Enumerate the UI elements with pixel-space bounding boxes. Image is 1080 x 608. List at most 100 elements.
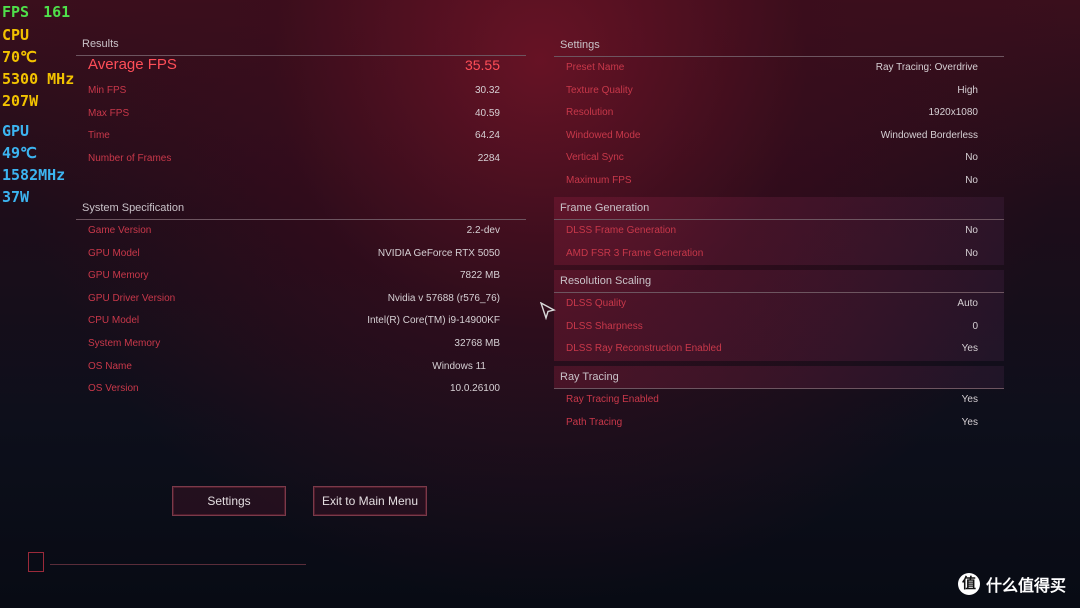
average-fps-label: Average FPS	[88, 56, 177, 73]
row-label: Maximum FPS	[566, 174, 632, 186]
setting-row: Resolution 1920x1080	[554, 102, 1004, 125]
system-spec-title: System Specification	[82, 202, 185, 214]
setting-row: Preset Name Ray Tracing: Overdrive	[554, 57, 1004, 80]
performance-overlay: FPS 161 CPU 70℃ 5300 MHz 207W GPU 49℃ 158…	[2, 0, 84, 208]
row-value: 1920x1080	[928, 107, 979, 119]
row-value: No	[965, 225, 978, 236]
row-label: DLSS Quality	[566, 298, 627, 309]
watermark-logo-icon: 值	[957, 573, 980, 595]
row-value: 40.59	[474, 107, 500, 119]
result-row: Number of Frames 2284	[76, 148, 526, 171]
setting-row: Path Tracing Yes	[554, 412, 1004, 435]
row-label: Path Tracing	[566, 416, 623, 428]
row-value: Yes	[961, 416, 978, 428]
row-value: Yes	[961, 394, 978, 405]
result-row: Max FPS 40.59	[76, 103, 526, 126]
frame-generation-title: Frame Generation	[560, 202, 650, 214]
fps-readout: FPS 161	[2, 0, 84, 24]
row-label: Vertical Sync	[566, 152, 624, 164]
row-label: Resolution	[566, 107, 614, 119]
setting-row: Maximum FPS No	[554, 170, 1004, 193]
row-value: Nvidia v 57688 (r576_76)	[387, 292, 500, 304]
spec-row: System Memory 32768 MB	[76, 333, 526, 356]
spec-row: GPU Driver Version Nvidia v 57688 (r576_7…	[76, 288, 526, 311]
spec-row: GPU Model NVIDIA GeForce RTX 5050	[76, 243, 526, 266]
system-spec-panel: System Specification Game Version 2.2-dev…	[76, 197, 526, 401]
row-value: Windowed Borderless	[880, 129, 978, 141]
setting-row: DLSS Frame Generation No	[554, 220, 1004, 243]
row-label: Max FPS	[88, 107, 130, 119]
cpu-clock: 5300 MHz	[2, 70, 75, 88]
row-value: NVIDIA GeForce RTX 5050	[377, 247, 500, 259]
ray-tracing-title: Ray Tracing	[554, 366, 1004, 388]
setting-row: Ray Tracing Enabled Yes	[554, 389, 1004, 412]
spec-row: Game Version 2.2-dev	[76, 220, 526, 243]
spec-row: OS Version 10.0.26100	[76, 378, 526, 401]
setting-row: Vertical Sync No	[554, 147, 1004, 170]
row-value: Intel(R) Core(TM) i9-14900KF	[367, 315, 500, 327]
resolution-scaling-title: Resolution Scaling	[560, 275, 652, 287]
gpu-clock: 1582MHz	[2, 166, 66, 184]
resolution-scaling-panel: Resolution Scaling DLSS Quality Auto DLSS…	[554, 270, 1004, 361]
setting-row: DLSS Sharpness 0	[554, 316, 1004, 339]
row-value: No	[965, 174, 978, 186]
results-panel: Results Average FPS 35.55 Min FPS 30.32 M…	[76, 33, 526, 170]
results-title: Results	[82, 38, 119, 50]
setting-row: Windowed Mode Windowed Borderless	[554, 125, 1004, 148]
mouse-cursor-icon	[540, 302, 556, 320]
row-value: Ray Tracing: Overdrive	[875, 62, 978, 73]
gpu-label: GPU	[2, 122, 30, 140]
row-label: GPU Model	[88, 247, 140, 259]
row-label: DLSS Sharpness	[566, 320, 643, 332]
row-label: Game Version	[88, 225, 152, 236]
watermark-text: 什么值得买	[985, 576, 1066, 595]
row-label: OS Version	[88, 383, 139, 395]
ray-tracing-panel: Ray Tracing Ray Tracing Enabled Yes Path …	[554, 366, 1004, 434]
row-value: No	[965, 152, 978, 164]
row-label: GPU Driver Version	[88, 292, 176, 304]
row-value: Auto	[957, 298, 978, 309]
cpu-label: CPU	[2, 26, 30, 44]
corner-logo-icon	[28, 552, 44, 572]
row-label: Time	[88, 130, 110, 142]
cpu-temperature: 70℃	[2, 48, 37, 66]
settings-button[interactable]: Settings	[172, 486, 286, 516]
exit-to-main-menu-button[interactable]: Exit to Main Menu	[313, 486, 427, 516]
row-value: 7822 MB	[459, 270, 500, 282]
row-label: Min FPS	[88, 85, 127, 96]
row-value: No	[965, 247, 978, 259]
row-label: OS Name	[88, 360, 132, 372]
spec-row: CPU Model Intel(R) Core(TM) i9-14900KF	[76, 310, 526, 333]
row-label: Windowed Mode	[566, 129, 641, 141]
setting-row: DLSS Ray Reconstruction Enabled Yes	[554, 338, 1004, 361]
row-label: Texture Quality	[566, 84, 633, 96]
divider	[50, 564, 306, 565]
row-value: 2.2-dev	[466, 225, 500, 236]
spec-row: GPU Memory 7822 MB	[76, 265, 526, 288]
row-value: 0	[972, 320, 978, 332]
row-value: 64.24	[474, 130, 500, 142]
cpu-power: 207W	[2, 92, 39, 110]
fps-label: FPS	[2, 3, 30, 21]
frame-generation-panel: Frame Generation DLSS Frame Generation No…	[554, 197, 1004, 266]
watermark: 值 什么值得买	[957, 572, 1066, 596]
row-value: 32768 MB	[454, 337, 500, 349]
row-label: Ray Tracing Enabled	[566, 394, 659, 405]
row-value: 30.32	[474, 85, 500, 96]
setting-row: AMD FSR 3 Frame Generation No	[554, 243, 1004, 266]
row-label: AMD FSR 3 Frame Generation	[566, 247, 704, 259]
spec-row: OS Name Windows 11	[76, 356, 526, 379]
settings-title: Settings	[560, 39, 600, 51]
row-value: 2284	[477, 152, 500, 164]
row-label: System Memory	[88, 337, 161, 349]
result-row: Time 64.24	[76, 125, 526, 148]
average-fps-row: Average FPS 35.55	[76, 56, 526, 80]
row-label: DLSS Frame Generation	[566, 225, 677, 236]
row-value: Windows 11	[432, 360, 486, 372]
row-value: 10.0.26100	[449, 383, 500, 395]
row-label: DLSS Ray Reconstruction Enabled	[566, 343, 722, 355]
gpu-power: 37W	[2, 188, 30, 206]
row-value: High	[957, 84, 978, 96]
settings-panel: Settings Preset Name Ray Tracing: Overdri…	[554, 34, 1004, 193]
setting-row: DLSS Quality Auto	[554, 293, 1004, 316]
